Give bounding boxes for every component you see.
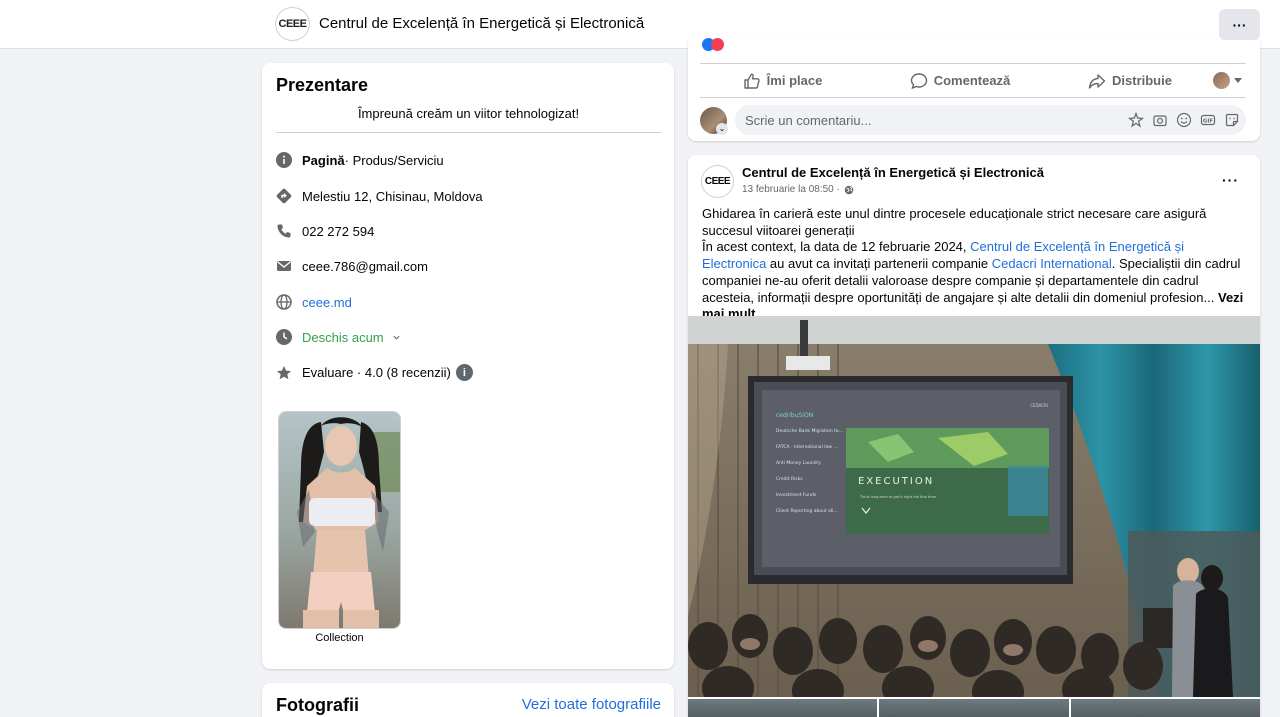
share-button[interactable]: Distribuie	[1055, 72, 1205, 90]
mention-link-cedacri[interactable]: Cedacri International	[992, 256, 1112, 271]
intro-divider	[276, 132, 661, 133]
caret-down-icon	[1234, 78, 1242, 83]
like-button[interactable]: Îmi place	[700, 72, 865, 90]
post-meta: 13 februarie la 08:50 ·	[742, 184, 854, 195]
category-type: Pagină	[302, 152, 345, 168]
slide-caption: Think long-term to get it right the firs…	[859, 495, 936, 499]
love-reaction-icon	[711, 38, 724, 51]
photos-card: Fotografii Vezi toate fotografiile	[262, 683, 674, 717]
photo-thumbnail[interactable]	[1070, 699, 1260, 717]
info-rating: Evaluare · 4.0 (8 recenzii) i	[276, 364, 473, 381]
collection-label[interactable]: Collection	[278, 632, 401, 644]
gif-icon[interactable]: GIF	[1199, 112, 1216, 129]
post-paragraph-1: Ghidarea în carieră este unul dintre pro…	[702, 206, 1207, 238]
emoji-icon[interactable]	[1175, 112, 1192, 129]
page-avatar[interactable]: CEEE	[701, 165, 734, 198]
share-label: Distribuie	[1112, 73, 1172, 88]
clock-icon	[276, 329, 292, 345]
post-author[interactable]: Centrul de Excelență în Energetică și El…	[742, 165, 1044, 180]
post-paragraph-2: În acest context, la data de 12 februari…	[702, 239, 1248, 323]
svg-text:GIF: GIF	[1202, 118, 1213, 124]
chevron-down-icon[interactable]	[392, 333, 401, 342]
star-icon	[276, 365, 292, 381]
share-icon	[1088, 73, 1106, 89]
address-text[interactable]: Melestiu 12, Chisinau, Moldova	[302, 189, 483, 204]
comment-label: Comentează	[933, 73, 1011, 88]
info-website: ceee.md	[276, 294, 352, 310]
avatar-sticker-icon[interactable]	[1127, 112, 1144, 129]
sticker-icon[interactable]	[1223, 112, 1240, 129]
slide-item: Client Reporting about all…	[776, 508, 838, 514]
post-text: Ghidarea în carieră este unul dintre pro…	[702, 206, 1248, 323]
comment-placeholder: Scrie un comentariu...	[745, 112, 872, 128]
slide-brand: cedribuSiON	[776, 412, 813, 419]
chevron-down-icon[interactable]: ⌄	[716, 122, 728, 135]
category-value: · Produs/Serviciu	[344, 152, 444, 168]
photo-thumbnail[interactable]	[879, 699, 1069, 717]
slide-item: FATCA - International law …	[776, 444, 838, 450]
phone-icon	[276, 223, 292, 239]
comment-button[interactable]: Comentează	[865, 72, 1055, 90]
avatar	[1213, 72, 1230, 89]
slide-item: Credit Risks	[776, 476, 803, 482]
post-options-button[interactable]: ···	[1222, 172, 1239, 188]
photo-thumbnail[interactable]	[688, 699, 878, 717]
post-photo[interactable]: cedribuSiON CEDACRI Deutsche Bank Migrat…	[688, 316, 1260, 697]
globe-icon	[276, 294, 292, 310]
page-logo[interactable]: CEEE	[275, 7, 310, 41]
info-icon	[276, 152, 292, 168]
email-icon	[276, 258, 292, 274]
photo-thumbnail-strip	[688, 699, 1260, 717]
see-all-photos-link[interactable]: Vezi toate fotografiile	[522, 696, 661, 713]
intro-card: Prezentare Împreună creăm un viitor tehn…	[262, 63, 674, 669]
post-text-part: au avut ca invitați partenerii companie	[766, 256, 992, 272]
post-action-bar: Îmi place Comentează Distribuie	[700, 63, 1246, 98]
post-previous: Îmi place Comentează Distribuie ⌄ Scrie …	[688, 38, 1260, 141]
hours-status[interactable]: Deschis acum	[302, 330, 384, 345]
page-title[interactable]: Centrul de Excelență în Energetică și El…	[319, 15, 644, 32]
intro-title: Prezentare	[276, 75, 369, 95]
slide-logo: CEDACRI	[1030, 403, 1048, 408]
post-career-guidance: CEEE Centrul de Excelență în Energetică …	[688, 155, 1260, 717]
more-options-button[interactable]: ···	[1219, 9, 1260, 40]
comment-composer: ⌄ Scrie un comentariu... GIF	[700, 104, 1246, 136]
collection-image	[279, 412, 400, 628]
like-label: Îmi place	[766, 73, 823, 88]
comment-icon	[910, 72, 927, 89]
info-address: Melestiu 12, Chisinau, Moldova	[276, 188, 483, 204]
rating-text: Evaluare · 4.0 (8 recenzii)	[302, 365, 451, 380]
comment-input[interactable]: Scrie un comentariu... GIF	[735, 105, 1246, 135]
website-link[interactable]: ceee.md	[302, 295, 352, 310]
info-phone: 022 272 594	[276, 223, 374, 239]
presentation-photo: cedribuSiON CEDACRI Deutsche Bank Migrat…	[688, 316, 1260, 697]
info-hours[interactable]: Deschis acum	[276, 329, 401, 345]
collection-thumbnail[interactable]	[278, 411, 401, 629]
reaction-identity-selector[interactable]	[1213, 72, 1242, 89]
info-email: ceee.786@gmail.com	[276, 258, 428, 274]
slide-item: Deutsche Bank Migration to…	[776, 428, 843, 434]
slide-title: EXECUTION	[858, 476, 934, 487]
post-text-part: În acest context, la data de 12 februari…	[702, 239, 971, 255]
comment-tools: GIF	[1127, 112, 1246, 129]
directions-icon	[276, 188, 292, 204]
thumbs-up-icon	[743, 73, 760, 89]
slide-item: Anti Money Laundry	[776, 460, 821, 466]
rating-info-icon[interactable]: i	[455, 364, 473, 381]
slide-item: Investment Funds	[776, 492, 817, 498]
reactions-summary[interactable]	[702, 38, 730, 52]
camera-icon[interactable]	[1151, 112, 1168, 129]
post-date[interactable]: 13 februarie la 08:50 ·	[742, 184, 840, 195]
intro-bio: Împreună creăm un viitor tehnologizat!	[357, 106, 580, 121]
photos-title: Fotografii	[276, 695, 359, 715]
globe-icon	[844, 185, 854, 195]
email-text[interactable]: ceee.786@gmail.com	[302, 259, 428, 274]
phone-text[interactable]: 022 272 594	[302, 224, 374, 239]
info-category: Pagină · Produs/Serviciu	[276, 152, 444, 168]
avatar[interactable]: ⌄	[700, 106, 728, 135]
